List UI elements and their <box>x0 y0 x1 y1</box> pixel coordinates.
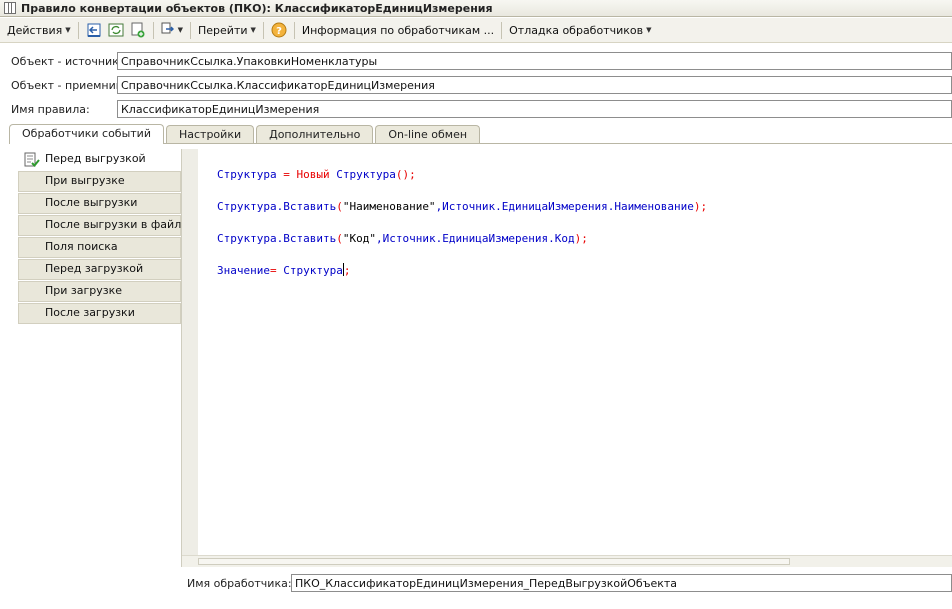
event-label: После загрузки <box>45 306 135 319</box>
chevron-down-icon: ▼ <box>65 26 71 34</box>
info-handlers-label: Информация по обработчикам ... <box>301 23 495 37</box>
tab-event-handlers[interactable]: Обработчики событий <box>9 124 164 144</box>
code-line: Значение= Структура; <box>217 263 351 277</box>
toolbar: Действия ▼ ▼ Перейти ▼ ? Информация по о… <box>0 18 952 43</box>
transfer-icon <box>161 22 175 39</box>
tab-settings[interactable]: Настройки <box>165 125 255 144</box>
event-label: После выгрузки в файл <box>45 218 182 231</box>
event-list: Перед выгрузкой При выгрузке После выгру… <box>18 149 181 325</box>
code-line: Структура = Новый Структура(); <box>217 168 416 181</box>
handler-name-label: Имя обработчика: <box>187 577 292 590</box>
handler-name-row: Имя обработчика: ПКО_КлассификаторЕдиниц… <box>181 573 952 595</box>
code-text[interactable]: Структура = Новый Структура(); Структура… <box>217 151 707 311</box>
debug-handlers-menu-button[interactable]: Отладка обработчиков ▼ <box>506 20 654 41</box>
event-on-export[interactable]: При выгрузке <box>18 171 181 192</box>
toolbar-separator <box>152 21 154 39</box>
debug-handlers-label: Отладка обработчиков <box>509 23 644 37</box>
source-object-row: Объект - источник: СправочникСсылка.Упак… <box>0 50 952 72</box>
event-label: При выгрузке <box>45 174 125 187</box>
chevron-down-icon: ▼ <box>177 26 183 34</box>
source-object-field[interactable]: СправочникСсылка.УпаковкиНоменклатуры <box>117 52 952 70</box>
actions-menu-button[interactable]: Действия ▼ <box>4 20 74 41</box>
handler-name-field[interactable]: ПКО_КлассификаторЕдиницИзмерения_ПередВы… <box>291 574 952 592</box>
rule-name-row: Имя правила: КлассификаторЕдиницИзмерени… <box>0 98 952 120</box>
event-after-import[interactable]: После загрузки <box>18 303 181 324</box>
event-label: При загрузке <box>45 284 123 297</box>
code-line: Структура.Вставить("Наименование",Источн… <box>217 200 708 213</box>
rule-name-field[interactable]: КлассификаторЕдиницИзмерения <box>117 100 952 118</box>
svg-text:?: ? <box>276 26 282 37</box>
toolbar-separator <box>501 21 503 39</box>
title-bar: Правило конвертации объектов (ПКО): Клас… <box>0 0 952 17</box>
target-object-field[interactable]: СправочникСсылка.КлассификаторЕдиницИзме… <box>117 76 952 94</box>
chevron-down-icon: ▼ <box>250 26 256 34</box>
target-object-label: Объект - приемник: <box>11 78 127 92</box>
event-before-export[interactable]: Перед выгрузкой <box>18 149 181 170</box>
event-label: После выгрузки <box>45 196 138 209</box>
event-search-fields[interactable]: Поля поиска <box>18 237 181 258</box>
event-label: Перед выгрузкой <box>45 152 146 165</box>
tab-online-exchange[interactable]: On-line обмен <box>375 125 481 144</box>
editor-gutter <box>182 149 198 555</box>
event-after-export-to-file[interactable]: После выгрузки в файл <box>18 215 181 236</box>
toolbar-separator <box>190 21 191 39</box>
window-icon <box>4 2 16 14</box>
chevron-down-icon: ▼ <box>646 26 652 34</box>
info-handlers-button[interactable]: Информация по обработчикам ... <box>299 20 497 41</box>
rule-name-label: Имя правила: <box>11 102 90 116</box>
scrollbar-thumb[interactable] <box>198 558 790 565</box>
event-on-import[interactable]: При загрузке <box>18 281 181 302</box>
toolbar-separator <box>262 21 264 39</box>
tab-strip: Обработчики событий Настройки Дополнител… <box>9 124 482 144</box>
actions-menu-label: Действия <box>7 23 63 37</box>
goto-menu-label: Перейти <box>198 23 248 37</box>
horizontal-scrollbar[interactable] <box>182 555 952 567</box>
event-after-export[interactable]: После выгрузки <box>18 193 181 214</box>
toolbar-separator <box>293 21 295 39</box>
event-before-import[interactable]: Перед загрузкой <box>18 259 181 280</box>
window-title: Правило конвертации объектов (ПКО): Клас… <box>21 1 493 15</box>
transfer-menu-button[interactable]: ▼ <box>158 20 186 41</box>
code-line: Структура.Вставить("Код",Источник.Единиц… <box>217 232 588 245</box>
source-object-label: Объект - источник: <box>11 54 123 68</box>
code-editor[interactable]: Структура = Новый Структура(); Структура… <box>181 149 952 567</box>
help-icon[interactable]: ? <box>269 20 289 40</box>
back-icon[interactable] <box>84 20 104 40</box>
target-object-row: Объект - приемник: СправочникСсылка.Клас… <box>0 74 952 96</box>
toolbar-separator <box>77 21 79 39</box>
event-label: Перед загрузкой <box>45 262 144 275</box>
tab-additional[interactable]: Дополнительно <box>256 125 374 144</box>
handler-check-icon <box>24 152 40 171</box>
event-label: Поля поиска <box>45 240 118 253</box>
goto-menu-button[interactable]: Перейти ▼ <box>195 20 259 41</box>
refresh-icon[interactable] <box>106 20 126 40</box>
copy-icon[interactable] <box>128 20 148 40</box>
